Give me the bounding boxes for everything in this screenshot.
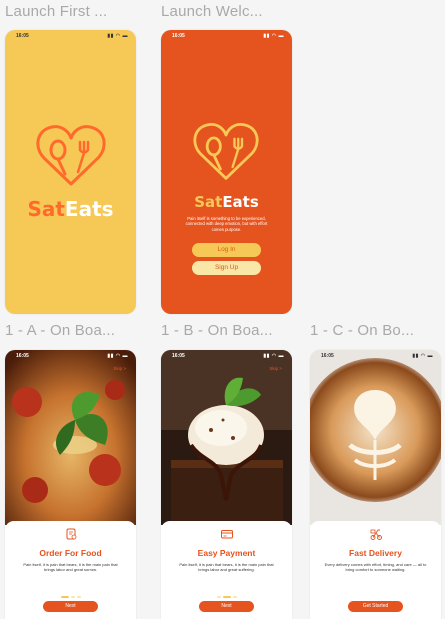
card-icon — [161, 527, 292, 546]
skip-button[interactable]: Skip > — [113, 366, 126, 371]
latte-art-photo — [310, 350, 441, 525]
page-dot — [70, 596, 75, 598]
signup-button[interactable]: Sign Up — [192, 261, 261, 275]
page-indicator — [161, 596, 292, 599]
brand-name: SatEats — [161, 193, 292, 211]
page-dot — [216, 596, 221, 598]
status-time: 16:05 — [16, 33, 29, 39]
login-button[interactable]: Log In — [192, 243, 261, 257]
onboard-sheet: Easy Payment Pain itself, it is pain tha… — [161, 521, 292, 619]
ice-cream-brownie-photo — [161, 350, 292, 525]
brand-part-b: Eats — [64, 197, 114, 221]
status-icons: ▮▮ ◠ ▬ — [412, 353, 433, 359]
welcome-tagline: Pain itself is something to be experienc… — [185, 216, 268, 232]
skip-button[interactable]: Skip > — [269, 366, 282, 371]
frame-label-onboard-a[interactable]: 1 - A - On Boa... — [5, 322, 115, 339]
get-started-button[interactable]: Get Started — [348, 601, 403, 612]
onboard-title: Easy Payment — [197, 548, 256, 558]
onboard-c-screen[interactable]: 16:05 ▮▮ ◠ ▬ Fast Delivery Every deliver… — [310, 350, 441, 619]
status-icons: ▮▮ ◠ ▬ — [263, 353, 284, 359]
launch-first-screen[interactable]: 16:05 ▮▮ ◠ ▬ SatEats — [5, 30, 136, 314]
status-bar: 16:05 ▮▮ ◠ ▬ — [5, 30, 136, 41]
page-dot — [232, 596, 237, 598]
brand-part-a: Sat — [27, 197, 65, 221]
onboard-title: Order For Food — [39, 548, 102, 558]
status-icons: ▮▮ ◠ ▬ — [107, 353, 128, 359]
sateats-logo-icon — [193, 122, 259, 180]
brand-part-a: Sat — [194, 193, 223, 211]
onboard-b-screen[interactable]: 16:05 ▮▮ ◠ ▬ Skip > Easy Payment Pain it… — [161, 350, 292, 619]
page-dot — [76, 596, 81, 598]
status-bar: 16:05 ▮▮ ◠ ▬ — [310, 350, 441, 361]
sateats-logo-icon — [36, 125, 106, 186]
onboard-description: Every delivery comes with effort, timing… — [324, 562, 427, 572]
onboard-sheet: Order For Food Pain itself, it is pain t… — [5, 521, 136, 619]
status-time: 16:05 — [172, 353, 185, 359]
status-bar: 16:05 ▮▮ ◠ ▬ — [161, 350, 292, 361]
onboard-description: Pain itself, it is pain that bears, it i… — [23, 562, 118, 572]
page-dot-active — [60, 596, 69, 598]
onboard-description: Pain itself, it is pain that bears, it i… — [179, 562, 274, 572]
onboard-title: Fast Delivery — [349, 548, 402, 558]
status-time: 16:05 — [16, 353, 29, 359]
pizza-photo — [5, 350, 136, 525]
frame-label-onboard-c[interactable]: 1 - C - On Bo... — [310, 322, 414, 339]
delivery-icon — [310, 527, 441, 546]
page-dot-active — [222, 596, 231, 598]
onboard-a-screen[interactable]: 16:05 ▮▮ ◠ ▬ Skip > Order For Food Pain … — [5, 350, 136, 619]
frame-label-launch-welcome[interactable]: Launch Welc... — [161, 3, 263, 20]
status-icons: ▮▮ ◠ ▬ — [107, 33, 128, 39]
status-time: 16:05 — [172, 33, 185, 39]
brand-name: SatEats — [5, 197, 136, 221]
order-icon — [5, 527, 136, 546]
page-indicator — [5, 596, 136, 599]
status-bar: 16:05 ▮▮ ◠ ▬ — [5, 350, 136, 361]
next-button[interactable]: Next — [199, 601, 254, 612]
frame-label-launch-first[interactable]: Launch First ... — [5, 3, 107, 20]
next-button[interactable]: Next — [43, 601, 98, 612]
status-icons: ▮▮ ◠ ▬ — [263, 33, 284, 39]
status-bar: 16:05 ▮▮ ◠ ▬ — [161, 30, 292, 41]
onboard-sheet: Fast Delivery Every delivery comes with … — [310, 521, 441, 619]
brand-part-b: Eats — [222, 193, 259, 211]
status-time: 16:05 — [321, 353, 334, 359]
frame-label-onboard-b[interactable]: 1 - B - On Boa... — [161, 322, 273, 339]
launch-welcome-screen[interactable]: 16:05 ▮▮ ◠ ▬ SatEats Pain itself is some… — [161, 30, 292, 314]
